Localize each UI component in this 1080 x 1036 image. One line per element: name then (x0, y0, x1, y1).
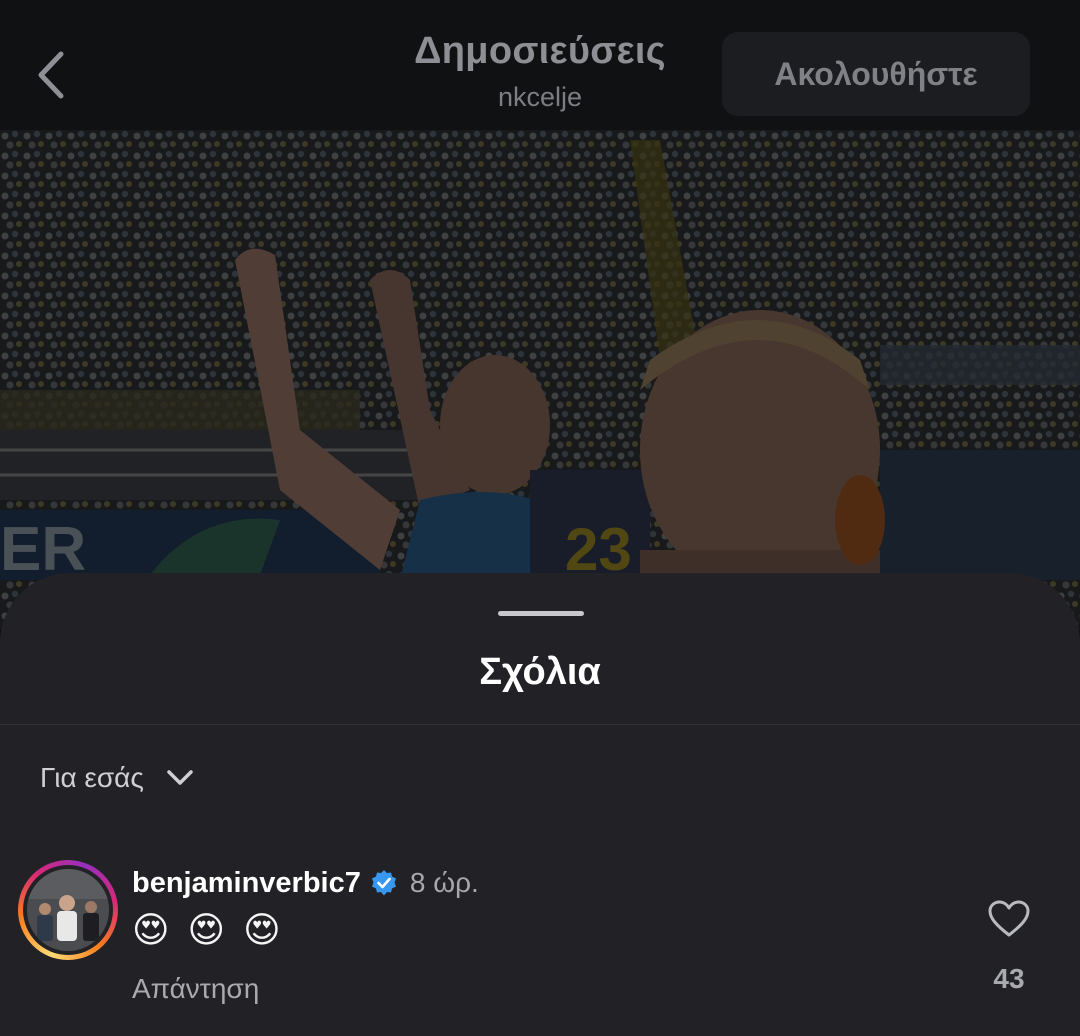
like-button[interactable] (985, 897, 1033, 941)
chevron-left-icon (38, 51, 64, 99)
comment-header: benjaminverbic7 8 ώρ. (132, 863, 479, 903)
comment-username[interactable]: benjaminverbic7 (132, 867, 361, 900)
reply-button[interactable]: Απάντηση (132, 973, 259, 1005)
chevron-down-icon (166, 769, 194, 787)
sort-label: Για εσάς (40, 762, 144, 793)
sheet-grabber-handle[interactable] (498, 611, 584, 616)
avatar (27, 869, 109, 951)
avatar-story-ring[interactable] (18, 860, 118, 960)
comments-sheet: Σχόλια Για εσάς benjaminverbic7 8 ώρ. 😍 … (0, 573, 1080, 1036)
top-header: Δημοσιεύσεις nkcelje Ακολουθήστε (0, 0, 1080, 130)
comment-text: 😍 😍 😍 (132, 909, 285, 950)
comment-sort-dropdown[interactable]: Για εσάς (40, 758, 194, 798)
post-photo: ER 23 (0, 130, 1080, 630)
profile-username[interactable]: nkcelje (340, 82, 740, 113)
like-count: 43 (993, 963, 1025, 994)
follow-button[interactable]: Ακολουθήστε (722, 32, 1030, 116)
comments-title: Σχόλια (479, 651, 601, 693)
comment-timestamp: 8 ώρ. (409, 867, 479, 898)
back-button[interactable] (20, 40, 80, 110)
sheet-divider (0, 724, 1080, 725)
heart-icon (988, 900, 1030, 937)
verified-badge-icon (370, 869, 398, 897)
post-image[interactable]: ER 23 (0, 130, 1080, 630)
page-title: Δημοσιεύσεις (414, 30, 666, 72)
avatar-photo (27, 869, 109, 951)
